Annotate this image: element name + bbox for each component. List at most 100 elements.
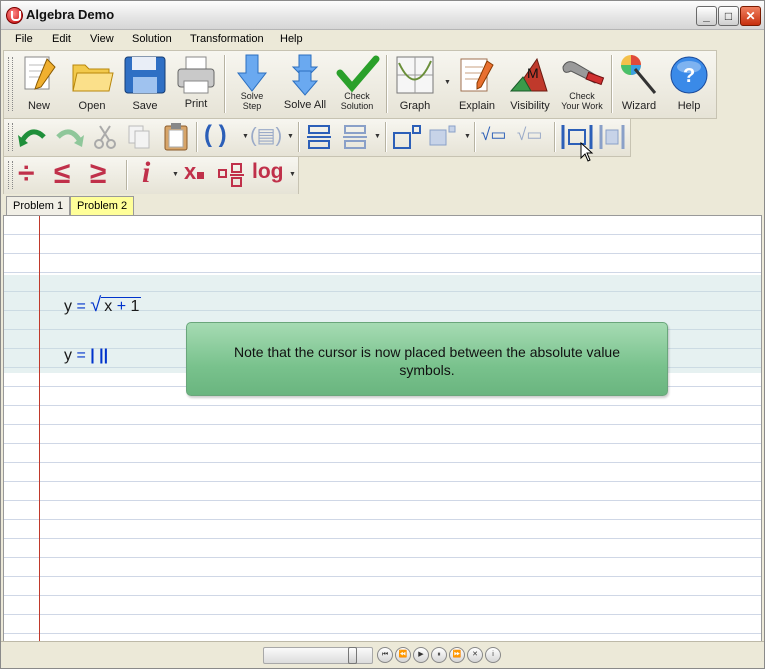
title-bar: Algebra Demo _ □ ✕ <box>1 1 764 30</box>
check-your-work-button[interactable]: Check Your Work <box>557 53 607 115</box>
close-button[interactable]: ✕ <box>740 6 761 26</box>
solve-all-button[interactable]: Solve All <box>282 53 328 115</box>
pause-button[interactable]: ⏸ <box>431 647 447 663</box>
toolbar-separator <box>554 122 556 152</box>
menu-bar: File Edit View Solution Transformation H… <box>1 30 764 50</box>
toolbar-grip[interactable] <box>8 57 13 111</box>
fraction-icon[interactable] <box>306 124 332 150</box>
mixed-fraction-icon[interactable] <box>342 124 368 150</box>
determinant-icon[interactable] <box>598 123 626 151</box>
menu-solution[interactable]: Solution <box>132 33 172 45</box>
fraction-dropdown-arrow[interactable]: ▼ <box>374 133 381 140</box>
toolbar-separator <box>386 55 388 113</box>
visibility-letter: M <box>527 65 539 81</box>
down-arrow-icon <box>236 54 268 92</box>
playback-slider-thumb[interactable] <box>348 647 357 664</box>
main-toolbar: New Open Save Print Solve Step Solve All… <box>3 50 717 119</box>
solve-all-label: Solve All <box>283 99 327 111</box>
wizard-label: Wizard <box>621 100 657 112</box>
floppy-disk-icon <box>124 56 166 94</box>
maximize-button[interactable]: □ <box>718 6 739 26</box>
play-button[interactable]: ▶ <box>413 647 429 663</box>
log-dropdown-arrow[interactable]: ▼ <box>289 171 296 178</box>
first-frame-button[interactable]: ⏮ <box>377 647 393 663</box>
menu-edit[interactable]: Edit <box>52 33 71 45</box>
math-workspace[interactable]: y = √ x + 1 y = | || Note that the cursor… <box>3 215 762 642</box>
print-label: Print <box>184 98 208 110</box>
less-equal-button[interactable]: ≤ <box>54 157 70 191</box>
check-mark-icon <box>336 55 380 93</box>
visibility-button[interactable]: M Visibility <box>505 53 555 115</box>
tab-problem-2[interactable]: Problem 2 <box>70 196 135 215</box>
menu-help[interactable]: Help <box>280 33 303 45</box>
absolute-value-bars: | || <box>90 347 109 364</box>
paste-icon[interactable] <box>162 122 190 152</box>
open-button[interactable]: Open <box>68 53 116 115</box>
menu-file[interactable]: File <box>15 33 33 45</box>
wrench-icon <box>562 61 605 86</box>
undo-icon[interactable] <box>18 125 48 149</box>
help-button[interactable]: ? Help <box>666 53 712 115</box>
graph-label: Graph <box>399 100 431 112</box>
toolbar-grip[interactable] <box>8 123 13 151</box>
info-dropdown-arrow[interactable]: ▼ <box>172 171 179 178</box>
equation-absolute-value[interactable]: y = | || <box>64 347 108 365</box>
toolbar-grip[interactable] <box>8 161 13 189</box>
help-label: Help <box>677 100 701 112</box>
equation-sqrt[interactable]: y = √ x + 1 <box>64 294 142 317</box>
print-button[interactable]: Print <box>173 53 219 115</box>
menu-transformation[interactable]: Transformation <box>190 33 264 45</box>
toolbar-separator <box>385 122 387 152</box>
redo-icon[interactable] <box>54 125 84 149</box>
new-document-icon <box>24 56 56 90</box>
exponent-icon[interactable] <box>392 124 422 150</box>
solve-step-label: Solve Step <box>240 91 264 111</box>
explain-button[interactable]: Explain <box>454 53 500 115</box>
stop-button[interactable]: ✕ <box>467 647 483 663</box>
cut-icon[interactable] <box>92 124 118 150</box>
nth-root-button[interactable]: √▭ <box>517 125 542 145</box>
exponent-dropdown-arrow[interactable]: ▼ <box>464 133 471 140</box>
brackets-button[interactable]: (▤) <box>250 123 282 148</box>
parentheses-button[interactable]: ( ) <box>204 121 227 149</box>
app-logo-icon <box>6 7 23 24</box>
fraction-template-icon[interactable] <box>218 162 246 190</box>
wizard-button[interactable]: Wizard <box>616 53 662 115</box>
divide-button[interactable]: ÷ <box>18 157 34 191</box>
parentheses-dropdown-arrow[interactable]: ▼ <box>242 133 249 140</box>
rewind-button[interactable]: ⏪ <box>395 647 411 663</box>
notebook-margin-line <box>39 216 40 641</box>
toolbar-separator <box>224 55 226 113</box>
visibility-label: Visibility <box>510 100 550 112</box>
toolbar-separator <box>611 55 613 113</box>
copy-icon[interactable] <box>126 124 152 150</box>
explain-label: Explain <box>458 100 496 112</box>
math-toolbar: ÷ ≤ ≥ i ▼ x log ▼ <box>3 156 299 195</box>
fast-forward-button[interactable]: ⏩ <box>449 647 465 663</box>
minimize-button[interactable]: _ <box>696 6 717 26</box>
info-button[interactable]: i <box>142 156 150 190</box>
graph-dropdown-arrow[interactable]: ▼ <box>444 79 451 86</box>
folder-icon <box>72 64 114 92</box>
toolbar-separator <box>474 122 476 152</box>
check-solution-button[interactable]: Check Solution <box>333 53 381 115</box>
toolbar-separator <box>126 160 128 190</box>
app-window: Algebra Demo _ □ ✕ File Edit View Soluti… <box>0 0 765 669</box>
playback-bar: ⏮ ⏪ ▶ ⏸ ⏩ ✕ i <box>1 641 764 668</box>
tab-problem-1[interactable]: Problem 1 <box>6 196 71 215</box>
brackets-dropdown-arrow[interactable]: ▼ <box>287 133 294 140</box>
square-root-button[interactable]: √▭ <box>481 125 506 145</box>
mouse-pointer-icon <box>580 142 594 162</box>
square-root-expression: √ x + 1 <box>90 294 142 316</box>
log-button[interactable]: log <box>252 160 284 184</box>
info-circle-button[interactable]: i <box>485 647 501 663</box>
menu-view[interactable]: View <box>90 33 114 45</box>
solve-step-button[interactable]: Solve Step <box>232 53 272 115</box>
greater-equal-button[interactable]: ≥ <box>90 157 106 191</box>
subscript-icon[interactable] <box>428 124 458 150</box>
subscript-variable-button[interactable]: x <box>184 159 205 185</box>
save-button[interactable]: Save <box>121 53 169 115</box>
new-button[interactable]: New <box>17 53 61 115</box>
playback-slider[interactable] <box>263 647 373 664</box>
graph-button[interactable]: Graph <box>392 53 438 115</box>
